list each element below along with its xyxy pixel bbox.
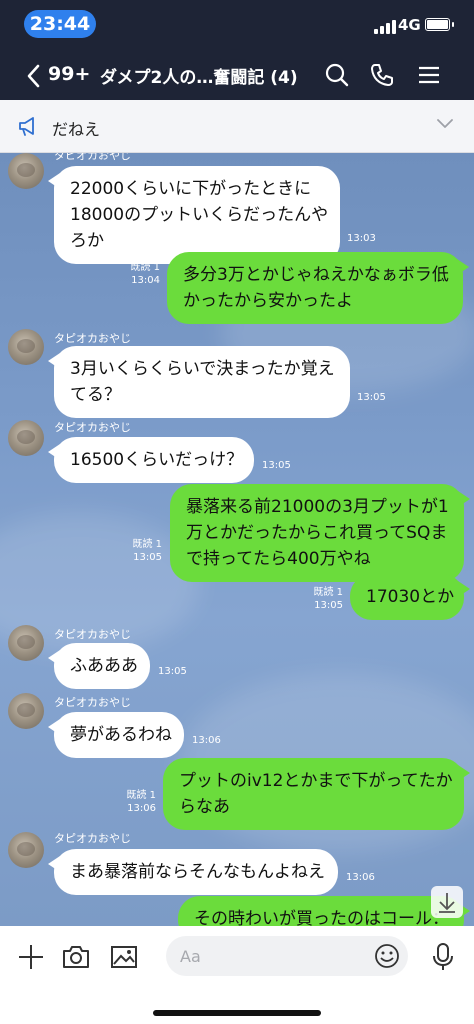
message-line: 16500くらいだっけ？ [70, 450, 244, 470]
add-button[interactable] [16, 942, 46, 972]
image-button[interactable] [109, 942, 139, 972]
message-time: 13:06 [192, 735, 221, 746]
phone-icon [371, 64, 393, 86]
message-line: その時わいが買ったのはコール： [194, 909, 449, 926]
message-time: 13:04 [131, 275, 160, 286]
menu-icon [419, 66, 439, 84]
chat-header: 99+ ダメプ2人の…奮闘記 (4) [0, 52, 474, 98]
avatar[interactable] [8, 693, 44, 729]
scroll-to-bottom-button[interactable] [431, 886, 463, 918]
message-bubble-incoming[interactable]: 22000くらいに下がったときに 18000のプットいくらだったんや ろか [54, 166, 340, 264]
sender-name: タピオカおやじ [54, 153, 131, 162]
sender-name: タピオカおやじ [54, 628, 131, 641]
read-receipt: 既読 1 [132, 539, 162, 550]
message-bubble-outgoing[interactable]: 多分3万とかじゃねえかなぁボラ低 かったから安かったよ [167, 252, 463, 324]
camera-button[interactable] [61, 942, 91, 972]
arrow-down-icon [439, 893, 455, 913]
announcement-text: だねえ [52, 120, 101, 139]
message-input-field[interactable] [166, 936, 408, 976]
message-time: 13:05 [357, 392, 386, 403]
top-bar: 23:44 4G 99+ ダメプ2人の…奮闘記 (4) [0, 0, 474, 100]
sender-name: タピオカおやじ [54, 332, 131, 345]
message-input[interactable] [180, 944, 360, 968]
call-button[interactable] [369, 62, 395, 88]
message-bubble-incoming[interactable]: ふあああ [54, 643, 150, 689]
message-line: 多分3万とかじゃねえかなぁボラ低 [183, 265, 449, 285]
megaphone-icon [19, 117, 34, 136]
message-time: 13:05 [314, 600, 343, 611]
message-line: てる？ [70, 385, 121, 405]
avatar[interactable] [8, 153, 44, 189]
message-line: 暴落来る前21000の3月プットが1 [186, 497, 449, 517]
message-time: 13:06 [127, 803, 156, 814]
read-receipt: 既読 1 [313, 587, 343, 598]
avatar[interactable] [8, 329, 44, 365]
message-line: プットのiv12とかまで下がってたか [179, 771, 453, 791]
camera-icon [63, 946, 89, 968]
sender-name: タピオカおやじ [54, 696, 131, 709]
message-line: 18000のプットいくらだったんや [70, 205, 329, 225]
search-icon [325, 63, 349, 87]
menu-button[interactable] [416, 62, 442, 88]
plus-icon [19, 945, 43, 969]
message-time: 13:05 [158, 666, 187, 677]
message-line: ふあああ [70, 656, 138, 676]
message-line: 3月いくらくらいで決まったか覚え [70, 359, 335, 379]
voice-button[interactable] [428, 942, 458, 972]
message-bubble-incoming[interactable]: 3月いくらくらいで決まったか覚え てる？ [54, 346, 350, 418]
message-line: 夢があるわね [70, 725, 172, 745]
avatar[interactable] [8, 832, 44, 868]
signal-icon [374, 18, 396, 34]
message-bubble-outgoing[interactable]: プットのiv12とかまで下がってたか らなあ [163, 758, 464, 830]
unread-count: 99+ [48, 63, 91, 85]
message-bubble-incoming[interactable]: まあ暴落前ならそんなもんよねえ [54, 849, 338, 895]
message-line: 17030とか [366, 587, 455, 607]
message-bubble-outgoing[interactable]: 暴落来る前21000の3月プットが1 万とかだったからこれ買ってSQま で持って… [170, 484, 464, 582]
message-line: 万とかだったからこれ買ってSQま [186, 523, 448, 543]
avatar[interactable] [8, 625, 44, 661]
back-button[interactable]: 99+ [26, 60, 96, 90]
image-icon [111, 946, 137, 968]
avatar[interactable] [8, 420, 44, 456]
read-receipt: 既読 1 [130, 262, 160, 273]
search-button[interactable] [324, 62, 350, 88]
read-receipt: 既読 1 [126, 790, 156, 801]
chat-area[interactable]: タピオカおやじ 22000くらいに下がったときに 18000のプットいくらだった… [0, 153, 474, 926]
message-time: 13:05 [262, 460, 291, 471]
message-bubble-incoming[interactable]: 夢があるわね [54, 712, 184, 758]
chevron-left-icon [27, 64, 40, 88]
sender-name: タピオカおやじ [54, 421, 131, 434]
message-bubble-incoming[interactable]: 16500くらいだっけ？ [54, 437, 254, 483]
message-time: 13:06 [346, 872, 375, 883]
message-line: かったから安かったよ [183, 291, 353, 311]
network-type: 4G [398, 16, 421, 34]
status-bar: 23:44 4G [0, 0, 474, 48]
home-indicator [153, 1010, 321, 1016]
sender-name: タピオカおやじ [54, 832, 131, 845]
message-line: 22000くらいに下がったときに [70, 179, 312, 199]
battery-icon [425, 18, 454, 31]
emoji-icon[interactable] [374, 943, 400, 969]
message-bubble-outgoing[interactable]: 17030とか [350, 574, 464, 620]
microphone-icon [433, 943, 453, 970]
message-bubble-outgoing[interactable]: その時わいが買ったのはコール： [178, 896, 464, 926]
status-time: 23:44 [24, 10, 96, 38]
message-line: で持ってたら400万やね [186, 549, 371, 569]
message-line: まあ暴落前ならそんなもんよねえ [70, 862, 325, 882]
message-time: 13:03 [347, 233, 376, 244]
chevron-down-icon[interactable] [436, 118, 454, 130]
input-bar [0, 926, 474, 1024]
announcement-bar[interactable]: だねえ [0, 100, 474, 153]
message-time: 13:05 [133, 552, 162, 563]
chat-title: ダメプ2人の…奮闘記 (4) [100, 68, 298, 88]
message-line: ろか [70, 231, 104, 251]
message-line: らなあ [179, 797, 230, 817]
